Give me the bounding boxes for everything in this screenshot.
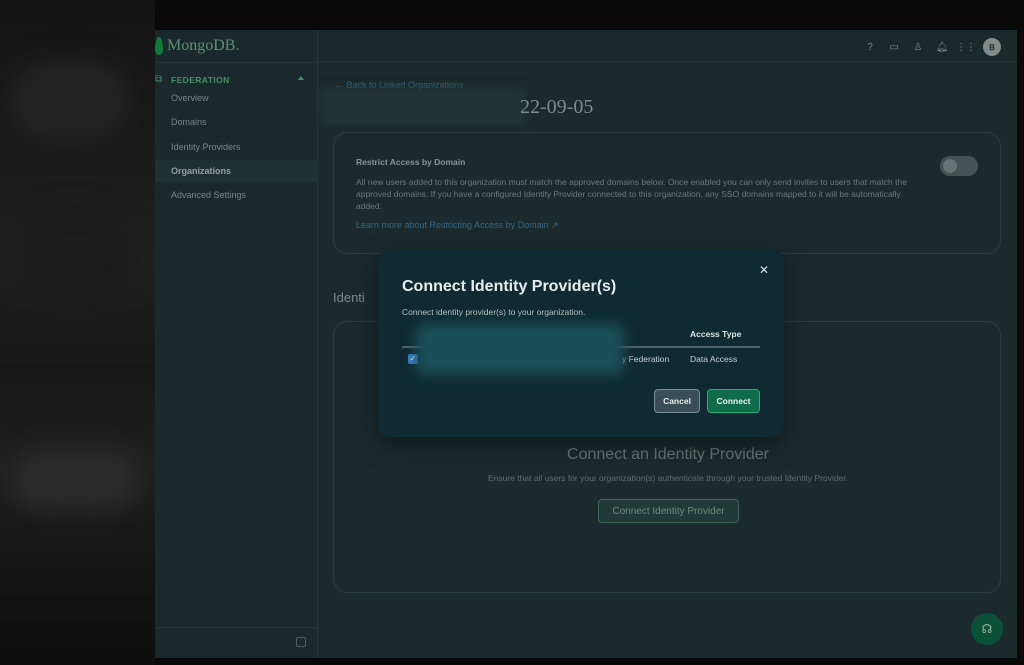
modal-title: Connect Identity Provider(s) bbox=[402, 278, 617, 295]
close-icon[interactable]: ✕ bbox=[758, 264, 770, 276]
column-header-access-type: Access Type bbox=[690, 329, 742, 339]
redacted-idp-name bbox=[416, 324, 624, 374]
connect-idp-modal: ✕ Connect Identity Provider(s) Connect i… bbox=[378, 250, 784, 437]
idp-name: y Federation bbox=[622, 354, 670, 364]
screen: ? ▭ ♙ 🔔︎ ⋮⋮ B MongoDB. ⧉ FEDERATION Over… bbox=[0, 0, 1024, 665]
table-row: ✓ y Federation Data Access bbox=[402, 324, 760, 374]
connect-button[interactable]: Connect bbox=[707, 389, 760, 413]
idp-access-type: Data Access bbox=[690, 354, 738, 364]
cancel-button[interactable]: Cancel bbox=[654, 389, 700, 413]
modal-subtitle: Connect identity provider(s) to your org… bbox=[402, 307, 586, 317]
